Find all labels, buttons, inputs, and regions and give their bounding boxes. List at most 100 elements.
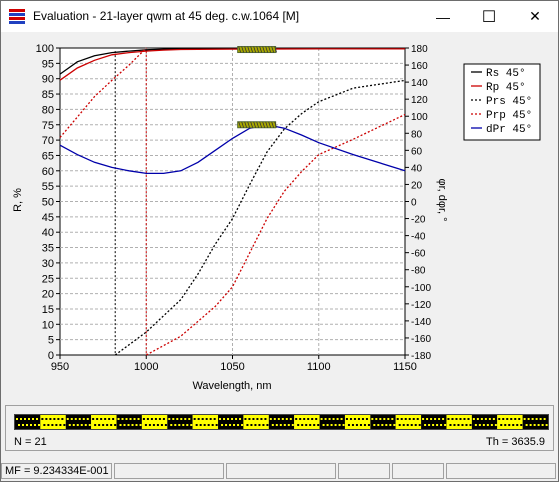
layer-dot: [320, 418, 323, 420]
x-tick-label: 1150: [393, 361, 417, 373]
y-tick-label: 80: [42, 104, 54, 116]
layer-dot: [426, 418, 429, 420]
legend-item-label: Rs 45°: [486, 68, 526, 80]
layer-block: [141, 415, 168, 429]
status-cell-4: [338, 463, 390, 479]
evaluation-chart[interactable]: 0 5 10 15 20 25 30 35 40 45 50 55 60 65 70 75 80 85 90 95 10…: [3, 32, 556, 400]
layer-dot: [266, 424, 269, 426]
layer-dot: [273, 418, 276, 420]
layer-dot: [281, 418, 284, 420]
layer-dot: [324, 418, 327, 420]
layer-dot: [416, 418, 419, 420]
layer-dot: [342, 424, 345, 426]
layer-dot: [457, 424, 460, 426]
layer-dot: [256, 418, 259, 420]
y2-tick-label: 60: [411, 146, 423, 157]
layer-dot: [88, 424, 91, 426]
total-thickness: Th = 3635.9: [485, 436, 545, 448]
layer-block: [91, 415, 117, 429]
layer-dot: [422, 418, 425, 420]
layer-dot: [472, 418, 475, 420]
layer-dot: [100, 418, 103, 420]
x-tick-label: 1100: [307, 361, 331, 373]
layer-dot: [347, 424, 350, 426]
layer-dot: [252, 418, 255, 420]
layer-dot: [442, 418, 445, 420]
layer-dot: [514, 418, 517, 420]
layer-dot: [506, 418, 509, 420]
layer-dot: [184, 418, 187, 420]
layer-dot: [488, 418, 491, 420]
layer-dot: [449, 424, 452, 426]
layer-dot: [254, 424, 257, 426]
layer-dot: [351, 424, 354, 426]
y-tick-label: 10: [42, 319, 54, 331]
layer-dot: [22, 424, 24, 426]
y-tick-label: 60: [42, 166, 54, 178]
layer-dot: [520, 424, 523, 426]
y2-tick-label: 80: [411, 129, 423, 140]
layer-dot: [205, 418, 208, 420]
layer-dot: [476, 418, 479, 420]
layer-dot: [353, 418, 356, 420]
layer-dot: [80, 424, 83, 426]
layer-block: [497, 415, 523, 429]
layer-dot: [469, 424, 472, 426]
layer-dot: [271, 424, 274, 426]
layer-dot: [45, 418, 48, 420]
layer-dot: [207, 424, 210, 426]
layer-dot: [529, 424, 532, 426]
layer-dot: [264, 418, 267, 420]
minimize-button[interactable]: —: [420, 1, 466, 32]
layer-dot: [156, 424, 159, 426]
maximize-button[interactable]: ☐: [466, 1, 512, 32]
layer-dot: [436, 424, 439, 426]
layer-dot: [332, 418, 335, 420]
layer-block: [65, 415, 92, 429]
legend[interactable]: Rs 45° Rp 45° Prs 45° Prp 45° dPr 45°: [463, 63, 541, 141]
layer-dot: [297, 424, 300, 426]
layer-dot: [338, 424, 341, 426]
layer-block: [243, 415, 269, 429]
layer-dot: [102, 424, 105, 426]
layer-dot: [328, 418, 331, 420]
layer-dot: [510, 418, 513, 420]
layer-stripe[interactable]: [14, 414, 549, 430]
layer-dot: [465, 424, 468, 426]
layer-dot: [455, 418, 458, 420]
layer-dot: [26, 424, 28, 426]
layer-dot: [193, 418, 196, 420]
layer-dot: [164, 424, 167, 426]
layer-dot: [66, 418, 69, 420]
layer-dot: [287, 424, 290, 426]
layer-dot: [463, 418, 466, 420]
maximize-icon: ☐: [481, 8, 497, 26]
layer-dot: [190, 424, 193, 426]
layer-dot: [20, 418, 22, 420]
layer-dot: [535, 418, 538, 420]
layer-dot: [43, 424, 46, 426]
title-bar[interactable]: Evaluation - 21-layer qwm at 45 deg. c.w…: [1, 1, 558, 32]
layer-dot: [365, 418, 368, 420]
layer-dot: [223, 418, 226, 420]
layer-dot: [516, 424, 519, 426]
layer-dot: [47, 424, 50, 426]
layer-dot: [438, 418, 441, 420]
legend-item-label: Prs 45°: [486, 96, 532, 108]
layer-dot: [32, 418, 34, 420]
layer-block: [421, 415, 447, 429]
y2-tick-label: -100: [411, 283, 431, 294]
layer-block: [268, 415, 295, 429]
layer-dot: [277, 418, 280, 420]
close-button[interactable]: ✕: [512, 1, 558, 32]
layer-dot: [53, 418, 56, 420]
layer-dot: [133, 418, 136, 420]
y-axis-label: R, %: [12, 188, 24, 212]
layer-dot: [16, 418, 18, 420]
layer-dot: [357, 418, 360, 420]
layer-dot: [484, 418, 487, 420]
layer-dot: [233, 424, 236, 426]
layer-block: [319, 415, 345, 429]
plot-area: 0 5 10 15 20 25 30 35 40 45 50 55 60 65 70 75 80 85 90 95 10…: [3, 32, 556, 400]
layer-dot: [108, 418, 111, 420]
